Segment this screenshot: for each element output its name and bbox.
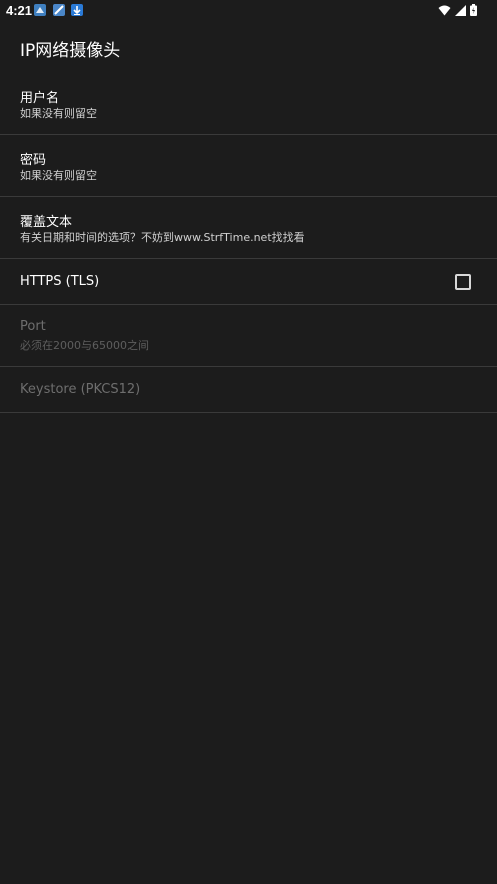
- preference-title: 用户名: [20, 91, 60, 106]
- keystore-preference: Keystore (PKCS12): [0, 367, 497, 413]
- wifi-icon: [438, 5, 451, 20]
- preference-title: Port: [20, 319, 46, 334]
- download-icon: [71, 4, 83, 16]
- preference-list: 用户名 如果没有则留空 密码 如果没有则留空 覆盖文本 有关日期和时间的选项？不…: [0, 73, 497, 413]
- app-notification-icon: [53, 4, 65, 16]
- preference-title: 覆盖文本: [20, 215, 73, 230]
- overlay-text-preference[interactable]: 覆盖文本 有关日期和时间的选项？不妨到www.StrfTime.net找找看: [0, 197, 497, 259]
- preference-title: Keystore (PKCS12): [20, 382, 141, 397]
- status-icons: [438, 4, 477, 20]
- port-preference: Port 必须在2000与65000之间: [0, 305, 497, 367]
- preference-summary: 如果没有则留空: [20, 107, 97, 120]
- screen: 4:21 IP网络摄像头 用户名 如果没有则留空 密码 如果没有则留空 覆盖文本…: [0, 0, 497, 884]
- preference-summary: 如果没有则留空: [20, 169, 97, 182]
- status-time: 4:21: [6, 3, 33, 18]
- preference-title: 密码: [20, 153, 47, 168]
- page-title: IP网络摄像头: [20, 41, 121, 61]
- https-tls-preference[interactable]: HTTPS (TLS): [0, 259, 497, 305]
- username-preference[interactable]: 用户名 如果没有则留空: [0, 73, 497, 135]
- signal-icon: [455, 4, 466, 20]
- preference-title: HTTPS (TLS): [20, 274, 100, 289]
- app-notification-icon: [34, 4, 46, 16]
- battery-icon: [470, 4, 477, 20]
- preference-summary: 必须在2000与65000之间: [20, 339, 149, 352]
- password-preference[interactable]: 密码 如果没有则留空: [0, 135, 497, 197]
- status-bar: 4:21: [0, 0, 497, 22]
- https-checkbox[interactable]: [455, 274, 471, 290]
- preference-summary: 有关日期和时间的选项？不妨到www.StrfTime.net找找看: [20, 231, 305, 244]
